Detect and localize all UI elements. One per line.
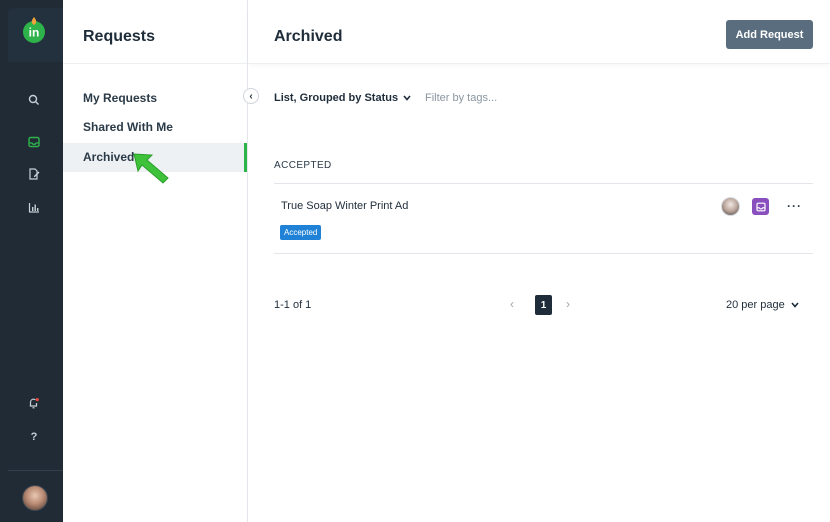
collapse-nav-button[interactable]: ‹ [243, 88, 259, 104]
requests-nav-panel: Requests My Requests Shared With Me Arch… [63, 0, 248, 522]
logo-text: in [29, 26, 40, 40]
tag-filter-input[interactable]: Filter by tags... [425, 92, 497, 104]
add-request-button[interactable]: Add Request [726, 20, 813, 49]
pagination-range: 1-1 of 1 [274, 299, 312, 311]
app-rail: in ? [0, 0, 63, 522]
nav-title: Requests [83, 28, 156, 45]
page-title: Archived [274, 28, 343, 45]
help-icon[interactable]: ? [24, 427, 44, 447]
group-label-accepted: ACCEPTED [274, 160, 332, 171]
chevron-left-icon: ‹ [249, 90, 253, 102]
assignee-avatar[interactable] [721, 197, 740, 216]
reports-chart-icon[interactable] [24, 197, 44, 217]
current-page-button[interactable]: 1 [535, 295, 552, 315]
group-divider-bottom [274, 253, 813, 254]
nav-item-my-requests[interactable]: My Requests [63, 84, 247, 113]
more-options-icon[interactable]: ··· [787, 199, 802, 213]
request-title-link[interactable]: True Soap Winter Print Ad [281, 200, 408, 212]
nav-item-shared-with-me[interactable]: Shared With Me [63, 113, 247, 142]
inbox-icon[interactable] [24, 132, 44, 152]
pointer-arrow-icon [133, 153, 169, 184]
search-icon[interactable] [24, 90, 44, 110]
user-avatar[interactable] [22, 485, 48, 511]
chevron-down-icon [791, 302, 799, 308]
inbox-icon[interactable] [752, 198, 769, 215]
rail-divider [8, 470, 63, 471]
invision-logo[interactable]: in [21, 16, 47, 44]
per-page-dropdown[interactable]: 20 per page [726, 299, 799, 311]
view-mode-dropdown[interactable]: List, Grouped by Status [274, 92, 411, 104]
next-page-button[interactable]: › [566, 297, 570, 311]
group-divider-top [274, 183, 813, 184]
previous-page-button[interactable]: ‹ [510, 297, 514, 311]
chevron-down-icon [403, 95, 411, 101]
per-page-label: 20 per page [726, 299, 785, 311]
status-badge: Accepted [280, 225, 322, 240]
edit-document-icon[interactable] [24, 164, 44, 184]
view-mode-label: List, Grouped by Status [274, 92, 399, 104]
notification-bell-icon[interactable] [24, 393, 44, 413]
